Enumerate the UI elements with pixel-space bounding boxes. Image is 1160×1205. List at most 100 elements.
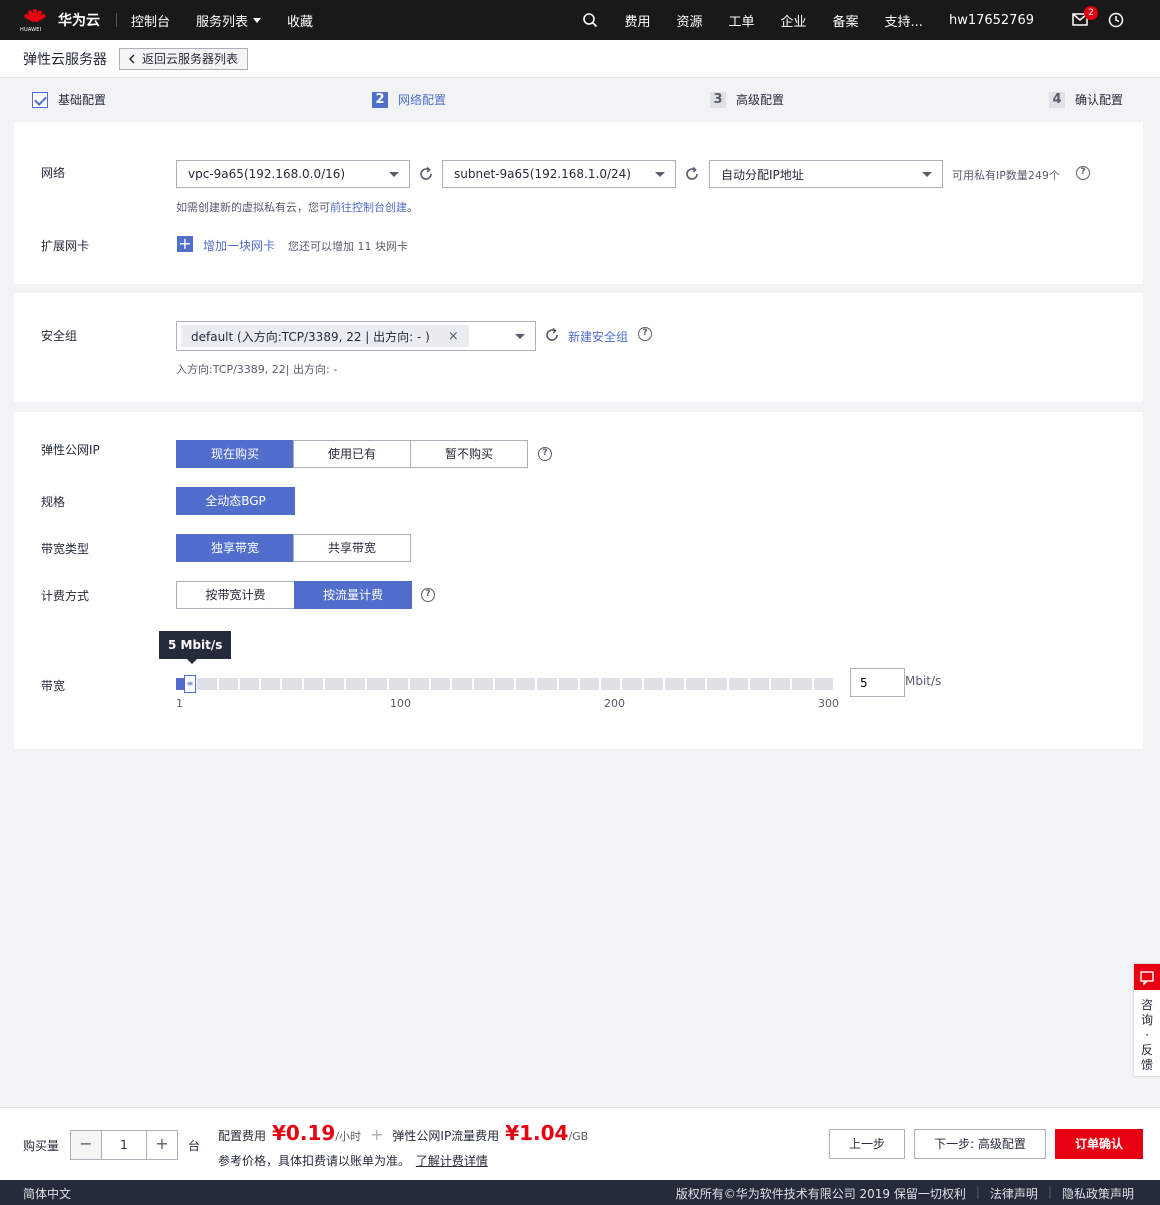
step-basic-config[interactable]: 基础配置 [32,91,106,108]
brand-name: 华为云 [58,13,100,29]
slider-tick-100: 100 [390,697,411,710]
prev-step-button[interactable]: 上一步 [829,1129,905,1159]
plus-icon: + [370,1125,384,1144]
billing-details-link[interactable]: 了解计费详情 [416,1154,488,1168]
nav-console[interactable]: 控制台 [131,11,170,30]
step-label: 确认配置 [1075,93,1124,107]
bill-by-bandwidth-option[interactable]: 按带宽计费 [176,581,295,609]
slider-tick-200: 200 [604,697,625,710]
confirm-order-button[interactable]: 订单确认 [1055,1129,1143,1159]
ip-mode-select[interactable]: 自动分配IP地址 [709,160,943,188]
logo[interactable]: HUAWEI 华为云 [20,7,100,33]
bandwidth-slider-handle[interactable]: ≡ [184,675,196,693]
mail-button[interactable]: 2 [1072,6,1098,27]
subnet-select[interactable]: subnet-9a65(192.168.1.0/24) [442,160,676,188]
nav-billing[interactable]: 费用 [624,11,650,30]
help-icon[interactable]: ? [1076,166,1090,180]
spec-bgp-option[interactable]: 全动态BGP [176,487,295,515]
nav-service-list[interactable]: 服务列表 [196,11,262,30]
consult-feedback-widget[interactable]: 咨询·反馈 [1134,964,1160,1076]
config-fee-unit: /小时 [335,1130,361,1143]
step-label: 网络配置 [398,93,447,107]
nav-resources[interactable]: 资源 [676,11,702,30]
refresh-security-group-icon[interactable] [544,327,560,343]
bandwidth-input[interactable] [850,668,905,697]
bandwidth-tooltip: 5 Mbit/s [159,631,232,664]
slider-segment [664,678,685,690]
slider-segment [601,678,621,690]
bandwidth-unit: Mbit/s [905,674,942,688]
create-vpc-link[interactable]: 前往控制台创建 [330,201,407,214]
minus-icon[interactable]: − [71,1131,101,1159]
vpc-hint-suffix: 。 [407,201,418,214]
quantity-value[interactable]: 1 [101,1131,147,1159]
logo-text: HUAWEI [20,27,42,33]
eip-card: 弹性公网IP 现在购买 使用已有 暂不购买 ? 规格 全动态BGP 带宽类型 独… [14,412,1143,749]
plus-icon[interactable]: + [147,1131,177,1159]
bandwidth-slider-track[interactable] [176,678,833,690]
help-icon[interactable]: ? [638,327,652,341]
price-note-text: 参考价格，具体扣费请以账单为准。 [218,1154,411,1168]
page-header: 弹性云服务器 返回云服务器列表 [0,40,1160,78]
nav-enterprise[interactable]: 企业 [781,11,807,30]
help-icon[interactable]: ? [538,447,552,461]
vpc-create-hint: 如需创建新的虚拟私有云，您可前往控制台创建。 [176,199,418,215]
back-to-list-label: 返回云服务器列表 [142,52,239,66]
legal-link[interactable]: 法律声明 [990,1185,1038,1202]
plus-icon[interactable]: + [177,236,193,252]
bill-by-traffic-option[interactable]: 按流量计费 [294,581,412,609]
slider-segment [813,678,833,690]
slider-segment [367,678,387,690]
eip-label: 弹性公网IP [41,443,100,457]
back-to-list-button[interactable]: 返回云服务器列表 [119,47,249,70]
refresh-subnet-icon[interactable] [684,166,700,182]
step-network-config: 2 网络配置 [372,91,446,108]
eip-use-existing-option[interactable]: 使用已有 [293,440,411,468]
step-number: 3 [710,91,726,108]
nav-username[interactable]: hw17652769 [949,13,1034,28]
nav-right: 费用 资源 工单 企业 备案 支持... hw17652769 2 [582,0,1160,40]
bandwidth-type-label: 带宽类型 [41,542,90,556]
slider-segment [537,678,557,690]
slider-segment [622,678,642,690]
language-switch[interactable]: 简体中文 [23,1185,71,1202]
clock-icon[interactable] [1108,12,1124,28]
nav-tickets[interactable]: 工单 [729,11,755,30]
search-icon[interactable] [582,12,598,28]
nav-filing[interactable]: 备案 [833,11,859,30]
huawei-logo-icon: HUAWEI [20,7,48,33]
dedicated-bandwidth-option[interactable]: 独享带宽 [176,534,294,562]
top-nav: HUAWEI 华为云 控制台 服务列表 收藏 费用 资源 工单 企业 备案 支持… [0,0,1160,40]
nav-favorites[interactable]: 收藏 [287,11,313,30]
slider-segment [707,678,727,690]
footer-divider: | [975,1185,980,1199]
next-step-button[interactable]: 下一步: 高级配置 [914,1129,1046,1159]
eip-buy-now-option[interactable]: 现在购买 [176,440,294,468]
refresh-vpc-icon[interactable] [418,166,434,182]
check-icon [32,91,48,108]
shared-bandwidth-option[interactable]: 共享带宽 [293,534,411,562]
slider-segment [197,678,217,690]
mail-count-badge: 2 [1084,6,1098,20]
slider-segment [579,678,600,690]
security-group-tag: default (入方向:TCP/3389, 22 | 出方向: - ) × [181,325,469,347]
billing-mode-label: 计费方式 [41,589,90,603]
chevron-down-icon [389,172,399,177]
slider-segment [239,678,260,690]
vpc-hint-text: 如需创建新的虚拟私有云，您可 [176,201,330,214]
chevron-down-icon [515,334,525,339]
close-icon[interactable]: × [448,329,459,344]
new-security-group-link[interactable]: 新建安全组 [568,328,628,345]
vpc-select[interactable]: vpc-9a65(192.168.0.0/16) [176,160,410,188]
slider-segment [261,678,281,690]
security-group-select[interactable]: default (入方向:TCP/3389, 22 | 出方向: - ) × [176,321,536,351]
nav-support[interactable]: 支持... [885,11,923,30]
add-nic-link[interactable]: 增加一块网卡 [203,237,275,254]
footer-divider: | [1047,1185,1052,1199]
copyright-text: 版权所有©华为软件技术有限公司 2019 保留一切权利 [675,1187,966,1201]
eip-not-buy-option[interactable]: 暂不购买 [410,440,528,468]
fee-summary: 配置费用 ¥0.19 /小时 + 弹性公网IP流量费用 ¥1.04 /GB [218,1121,588,1145]
privacy-link[interactable]: 隐私政策声明 [1062,1185,1134,1202]
help-icon[interactable]: ? [421,588,435,602]
slider-segment [346,678,366,690]
